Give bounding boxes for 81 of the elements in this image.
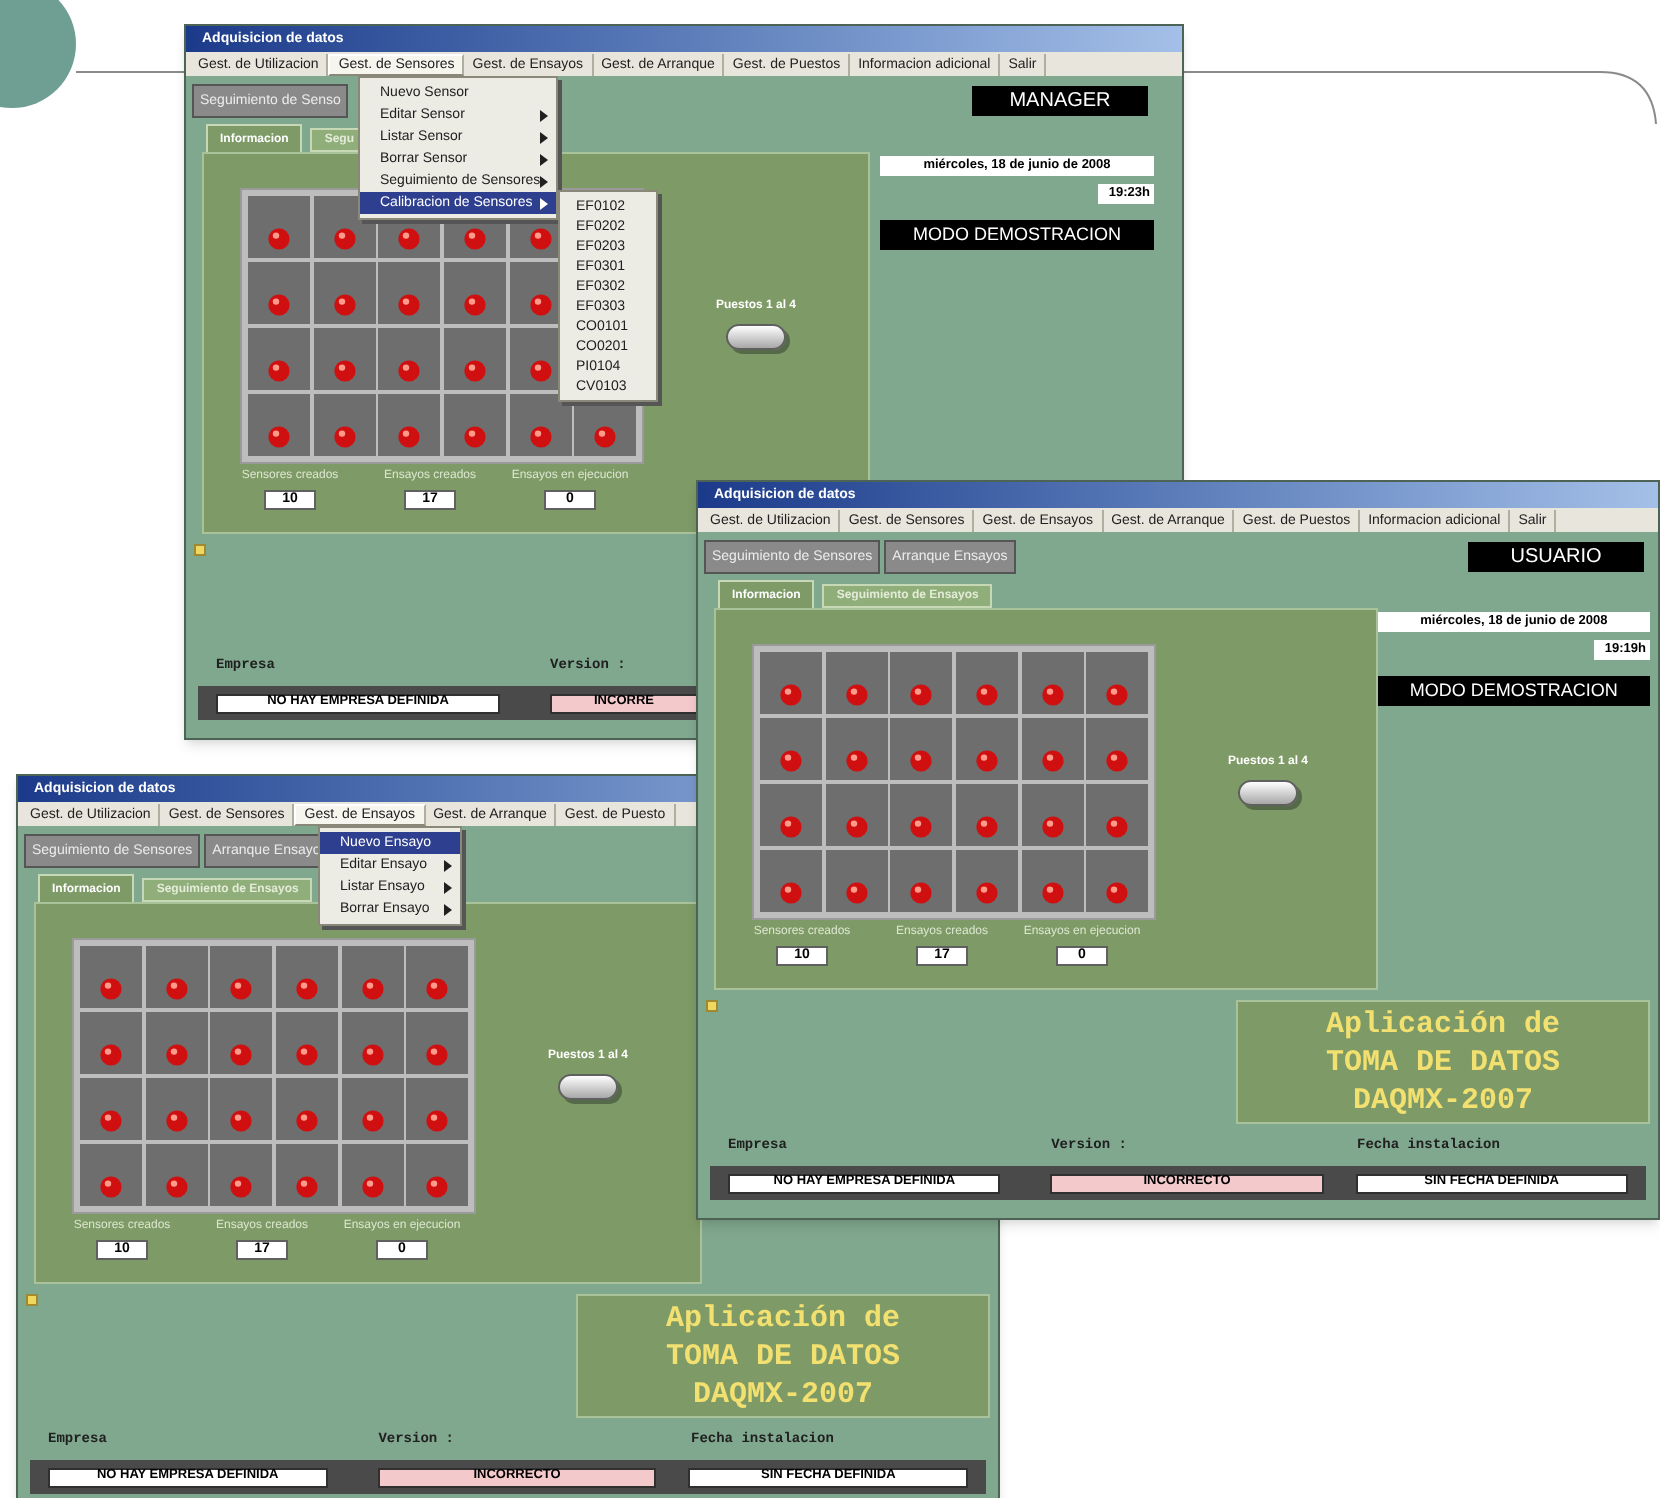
led-icon xyxy=(361,1044,384,1066)
led-icon xyxy=(845,750,868,772)
led-icon xyxy=(463,228,486,250)
led-icon xyxy=(100,1176,122,1198)
led-icon xyxy=(845,816,868,838)
toggle-button[interactable] xyxy=(726,324,787,350)
toggle-button[interactable] xyxy=(1238,780,1299,806)
led-icon xyxy=(1041,684,1064,706)
led-icon xyxy=(910,684,933,706)
led-icon xyxy=(295,978,318,1000)
led-icon xyxy=(295,1110,318,1132)
led-icon xyxy=(268,294,290,316)
led-icon xyxy=(1041,750,1064,772)
led-icon xyxy=(295,1044,318,1066)
led-icon xyxy=(361,1176,384,1198)
led-icon xyxy=(361,1110,384,1132)
led-icon xyxy=(529,228,552,250)
led-icon xyxy=(398,294,421,316)
app-title: Aplicación de TOMA DE DATOS DAQMX-2007 xyxy=(665,1299,901,1413)
role-badge: USUARIO xyxy=(1468,541,1644,571)
led-icon xyxy=(165,1044,188,1066)
led-icon xyxy=(230,1176,253,1198)
led-icon xyxy=(594,426,617,448)
led-icon xyxy=(1041,882,1064,904)
led-icon xyxy=(100,1110,122,1132)
led-icon xyxy=(910,816,933,838)
led-icon xyxy=(100,1044,122,1066)
led-icon xyxy=(230,1110,253,1132)
led-icon xyxy=(463,360,486,382)
led-icon xyxy=(975,750,998,772)
toggle-button[interactable] xyxy=(558,1074,619,1100)
led-icon xyxy=(1106,882,1129,904)
led-icon xyxy=(1106,750,1129,772)
square-icon xyxy=(706,1000,718,1012)
led-icon xyxy=(333,360,356,382)
role-badge: MANAGER xyxy=(972,85,1148,115)
led-icon xyxy=(529,360,552,382)
led-icon xyxy=(268,426,290,448)
led-icon xyxy=(398,228,421,250)
led-icon xyxy=(426,978,449,1000)
led-icon xyxy=(398,360,421,382)
led-icon xyxy=(1106,684,1129,706)
led-icon xyxy=(230,978,253,1000)
led-icon xyxy=(845,684,868,706)
led-icon xyxy=(333,426,356,448)
led-icon xyxy=(910,750,933,772)
led-icon xyxy=(295,1176,318,1198)
led-icon xyxy=(426,1176,449,1198)
led-icon xyxy=(910,882,933,904)
led-icon xyxy=(975,816,998,838)
led-icon xyxy=(426,1044,449,1066)
led-icon xyxy=(529,294,552,316)
led-icon xyxy=(1041,816,1064,838)
led-icon xyxy=(975,882,998,904)
mode-banner: MODO DEMOSTRACION xyxy=(1377,676,1650,706)
led-icon xyxy=(780,882,802,904)
led-icon xyxy=(780,684,802,706)
led-icon xyxy=(230,1044,253,1066)
led-icon xyxy=(398,426,421,448)
led-icon xyxy=(780,816,802,838)
led-icon xyxy=(333,228,356,250)
led-icon xyxy=(780,750,802,772)
mode-banner: MODO DEMOSTRACION xyxy=(880,220,1154,250)
led-icon xyxy=(975,684,998,706)
app-title: Aplicación de TOMA DE DATOS DAQMX-2007 xyxy=(1325,1005,1561,1119)
led-icon xyxy=(268,360,290,382)
led-icon xyxy=(100,978,122,1000)
led-icon xyxy=(165,1110,188,1132)
led-icon xyxy=(845,882,868,904)
led-icon xyxy=(165,1176,188,1198)
led-icon xyxy=(333,294,356,316)
square-icon xyxy=(194,544,206,556)
led-icon xyxy=(463,294,486,316)
led-icon xyxy=(426,1110,449,1132)
led-icon xyxy=(361,978,384,1000)
led-icon xyxy=(529,426,552,448)
square-icon xyxy=(26,1294,38,1306)
led-icon xyxy=(165,978,188,1000)
led-icon xyxy=(463,426,486,448)
led-icon xyxy=(1106,816,1129,838)
led-icon xyxy=(268,228,290,250)
